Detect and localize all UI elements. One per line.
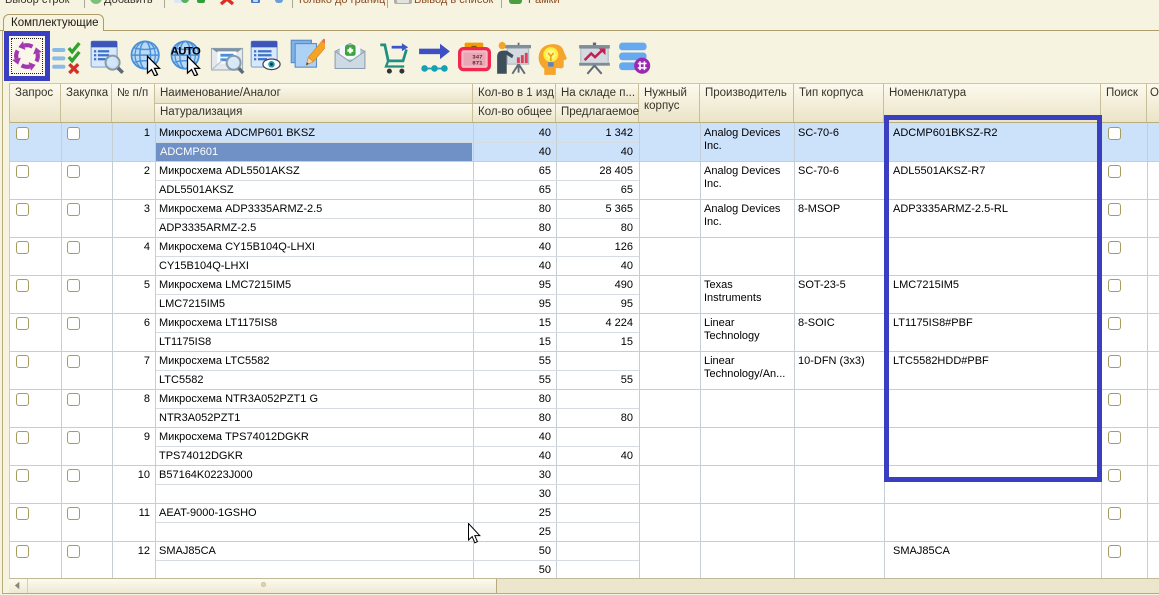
svg-text:AUTO: AUTO	[171, 46, 201, 58]
svg-text:871: 871	[472, 60, 483, 67]
